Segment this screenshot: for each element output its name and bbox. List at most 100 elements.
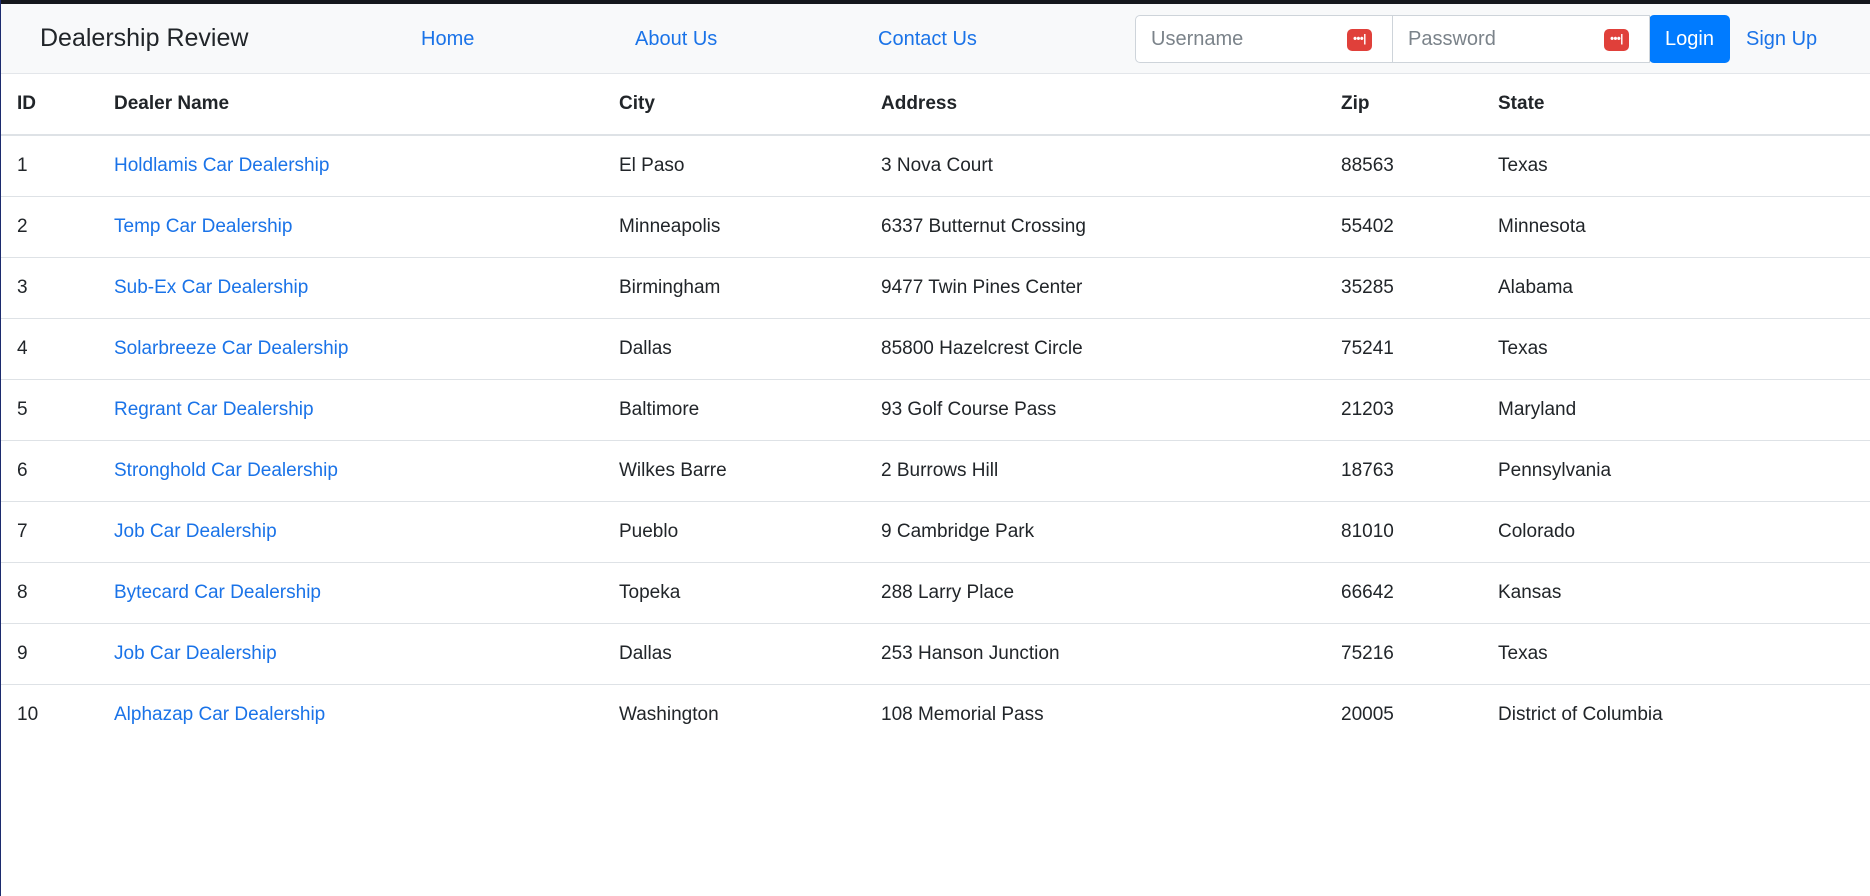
table-row: 4 Solarbreeze Car Dealership Dallas 8580… bbox=[1, 318, 1870, 380]
cell-id: 6 bbox=[1, 440, 98, 502]
cell-dealer-name: Solarbreeze Car Dealership bbox=[98, 318, 603, 380]
cell-city: Dallas bbox=[603, 623, 865, 685]
table-row: 1 Holdlamis Car Dealership El Paso 3 Nov… bbox=[1, 135, 1870, 197]
cell-zip: 55402 bbox=[1325, 196, 1482, 258]
cell-zip: 75216 bbox=[1325, 623, 1482, 685]
login-button[interactable]: Login bbox=[1649, 15, 1730, 63]
dealer-link[interactable]: Holdlamis Car Dealership bbox=[114, 155, 329, 176]
cell-id: 4 bbox=[1, 318, 98, 380]
cell-dealer-name: Sub-Ex Car Dealership bbox=[98, 257, 603, 319]
cell-dealer-name: Temp Car Dealership bbox=[98, 196, 603, 258]
column-header-dealer-name[interactable]: Dealer Name bbox=[98, 74, 603, 136]
brand-title[interactable]: Dealership Review bbox=[40, 24, 248, 53]
column-header-address[interactable]: Address bbox=[865, 74, 1325, 136]
cell-address: 288 Larry Place bbox=[865, 562, 1325, 624]
dealer-link[interactable]: Bytecard Car Dealership bbox=[114, 582, 321, 603]
cell-address: 85800 Hazelcrest Circle bbox=[865, 318, 1325, 380]
cell-zip: 81010 bbox=[1325, 501, 1482, 563]
cell-dealer-name: Stronghold Car Dealership bbox=[98, 440, 603, 502]
column-header-zip[interactable]: Zip bbox=[1325, 74, 1482, 136]
cell-id: 5 bbox=[1, 379, 98, 441]
dealers-table: ID Dealer Name City Address Zip State 1 … bbox=[1, 74, 1870, 745]
cell-zip: 66642 bbox=[1325, 562, 1482, 624]
cell-city: Wilkes Barre bbox=[603, 440, 865, 502]
dealer-link[interactable]: Job Car Dealership bbox=[114, 643, 277, 664]
cell-zip: 18763 bbox=[1325, 440, 1482, 502]
nav-link-home[interactable]: Home bbox=[421, 28, 474, 51]
cell-state: Maryland bbox=[1482, 379, 1870, 441]
cell-id: 7 bbox=[1, 501, 98, 563]
cell-id: 10 bbox=[17, 704, 39, 725]
table-body: 1 Holdlamis Car Dealership El Paso 3 Nov… bbox=[1, 135, 1870, 745]
nav-link-contact-us[interactable]: Contact Us bbox=[878, 28, 977, 51]
cell-address: 253 Hanson Junction bbox=[865, 623, 1325, 685]
cell-state: District of Columbia bbox=[1498, 704, 1663, 725]
cell-address: 93 Golf Course Pass bbox=[865, 379, 1325, 441]
cell-state: Kansas bbox=[1482, 562, 1870, 624]
cell-id: 9 bbox=[1, 623, 98, 685]
cell-state: Alabama bbox=[1482, 257, 1870, 319]
table-row: 6 Stronghold Car Dealership Wilkes Barre… bbox=[1, 440, 1870, 502]
cell-dealer-name: Bytecard Car Dealership bbox=[98, 562, 603, 624]
cell-dealer-name: Job Car Dealership bbox=[98, 501, 603, 563]
cell-id: 8 bbox=[1, 562, 98, 624]
cell-city: El Paso bbox=[603, 135, 865, 197]
cell-city: Birmingham bbox=[603, 257, 865, 319]
cell-zip: 20005 bbox=[1341, 704, 1394, 725]
cell-dealer-name: Job Car Dealership bbox=[98, 623, 603, 685]
cell-id: 3 bbox=[1, 257, 98, 319]
cell-dealer-name: Holdlamis Car Dealership bbox=[98, 135, 603, 197]
dealer-link[interactable]: Sub-Ex Car Dealership bbox=[114, 277, 308, 298]
cell-address: 6337 Butternut Crossing bbox=[865, 196, 1325, 258]
table-row: 3 Sub-Ex Car Dealership Birmingham 9477 … bbox=[1, 257, 1870, 319]
cell-state: Texas bbox=[1482, 623, 1870, 685]
table-row: 10 Alphazap Car Dealership Washington 10… bbox=[1, 685, 1870, 746]
dealer-link[interactable]: Solarbreeze Car Dealership bbox=[114, 338, 348, 359]
cell-id: 2 bbox=[1, 196, 98, 258]
cell-id: 1 bbox=[1, 135, 98, 197]
navbar: Dealership Review Home About Us Contact … bbox=[1, 4, 1870, 74]
dealer-link[interactable]: Stronghold Car Dealership bbox=[114, 460, 338, 481]
table-header: ID Dealer Name City Address Zip State bbox=[1, 74, 1870, 136]
username-field-wrapper: •••| bbox=[1135, 15, 1393, 63]
password-manager-icon[interactable]: •••| bbox=[1347, 29, 1372, 51]
cell-dealer-name: Alphazap Car Dealership bbox=[98, 685, 603, 746]
cell-city: Baltimore bbox=[603, 379, 865, 441]
header-row: ID Dealer Name City Address Zip State bbox=[1, 74, 1870, 136]
sign-up-link[interactable]: Sign Up bbox=[1746, 28, 1817, 51]
dealer-link[interactable]: Job Car Dealership bbox=[114, 521, 277, 542]
cell-city: Topeka bbox=[603, 562, 865, 624]
table-row: 2 Temp Car Dealership Minneapolis 6337 B… bbox=[1, 196, 1870, 258]
dealer-link[interactable]: Regrant Car Dealership bbox=[114, 399, 314, 420]
login-form: •••| •••| Login bbox=[1135, 15, 1730, 63]
cell-state: Texas bbox=[1482, 135, 1870, 197]
cell-city: Dallas bbox=[603, 318, 865, 380]
cell-state: Minnesota bbox=[1482, 196, 1870, 258]
page: Dealership Review Home About Us Contact … bbox=[0, 0, 1870, 896]
cell-address: 2 Burrows Hill bbox=[865, 440, 1325, 502]
cell-state: Texas bbox=[1482, 318, 1870, 380]
column-header-state[interactable]: State bbox=[1482, 74, 1870, 136]
dealer-link[interactable]: Temp Car Dealership bbox=[114, 216, 292, 237]
cell-zip: 75241 bbox=[1325, 318, 1482, 380]
cell-address: 108 Memorial Pass bbox=[881, 704, 1044, 725]
cell-city: Pueblo bbox=[603, 501, 865, 563]
table-row: 5 Regrant Car Dealership Baltimore 93 Go… bbox=[1, 379, 1870, 441]
cell-zip: 88563 bbox=[1325, 135, 1482, 197]
cell-address: 9 Cambridge Park bbox=[865, 501, 1325, 563]
table-row: 8 Bytecard Car Dealership Topeka 288 Lar… bbox=[1, 562, 1870, 624]
column-header-id[interactable]: ID bbox=[1, 74, 98, 136]
cell-address: 3 Nova Court bbox=[865, 135, 1325, 197]
column-header-city[interactable]: City bbox=[603, 74, 865, 136]
table-row: 9 Job Car Dealership Dallas 253 Hanson J… bbox=[1, 623, 1870, 685]
cell-zip: 21203 bbox=[1325, 379, 1482, 441]
cell-dealer-name: Regrant Car Dealership bbox=[98, 379, 603, 441]
cell-city: Washington bbox=[619, 704, 719, 725]
dealer-link[interactable]: Alphazap Car Dealership bbox=[114, 704, 325, 725]
password-manager-icon[interactable]: •••| bbox=[1604, 29, 1629, 51]
table-row: 7 Job Car Dealership Pueblo 9 Cambridge … bbox=[1, 501, 1870, 563]
cell-state: Pennsylvania bbox=[1482, 440, 1870, 502]
cell-city: Minneapolis bbox=[603, 196, 865, 258]
cell-state: Colorado bbox=[1482, 501, 1870, 563]
nav-link-about-us[interactable]: About Us bbox=[635, 28, 717, 51]
